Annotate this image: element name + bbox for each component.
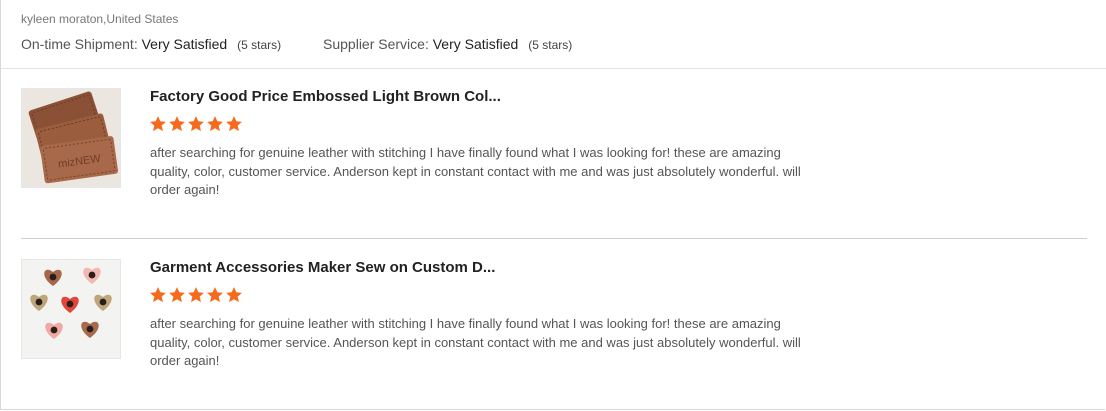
supplier-service-rating: Supplier Service: Very Satisfied (5 star… (323, 36, 572, 52)
star-icon (169, 287, 185, 303)
on-time-shipment-rating: On-time Shipment: Very Satisfied (5 star… (21, 36, 281, 52)
rating-label: On-time Shipment: (21, 36, 138, 52)
star-icon (169, 116, 185, 132)
product-title-link[interactable]: Factory Good Price Embossed Light Brown … (150, 88, 501, 105)
rating-stars-text: (5 stars) (528, 38, 573, 52)
heart-patches-image (22, 260, 120, 358)
rating-stars-text: (5 stars) (237, 38, 282, 52)
star-icon (188, 116, 204, 132)
leather-labels-image: mizNEW (22, 89, 120, 187)
review-text: after searching for genuine leather with… (150, 145, 801, 197)
rating-value: Very Satisfied (432, 36, 519, 52)
product-thumbnail[interactable]: mizNEW (21, 88, 121, 188)
star-icon (226, 116, 242, 132)
supplier-ratings: On-time Shipment: Very Satisfied (5 star… (21, 36, 610, 52)
star-icon (188, 287, 204, 303)
star-icon (150, 287, 166, 303)
star-rating (149, 286, 244, 306)
star-icon (207, 116, 223, 132)
review-header: kyleen moraton,United States On-time Shi… (1, 0, 1106, 69)
review-text: after searching for genuine leather with… (150, 316, 801, 368)
star-icon (207, 287, 223, 303)
rating-value: Very Satisfied (141, 36, 228, 52)
review-divider (21, 238, 1087, 239)
review-panel: kyleen moraton,United States On-time Shi… (0, 0, 1106, 410)
star-icon (150, 116, 166, 132)
product-thumbnail[interactable] (21, 259, 121, 359)
product-title-link[interactable]: Garment Accessories Maker Sew on Custom … (150, 259, 495, 276)
star-rating (149, 115, 244, 135)
rating-label: Supplier Service: (323, 36, 429, 52)
star-icon (226, 287, 242, 303)
reviewer-name: kyleen moraton,United States (21, 12, 179, 26)
